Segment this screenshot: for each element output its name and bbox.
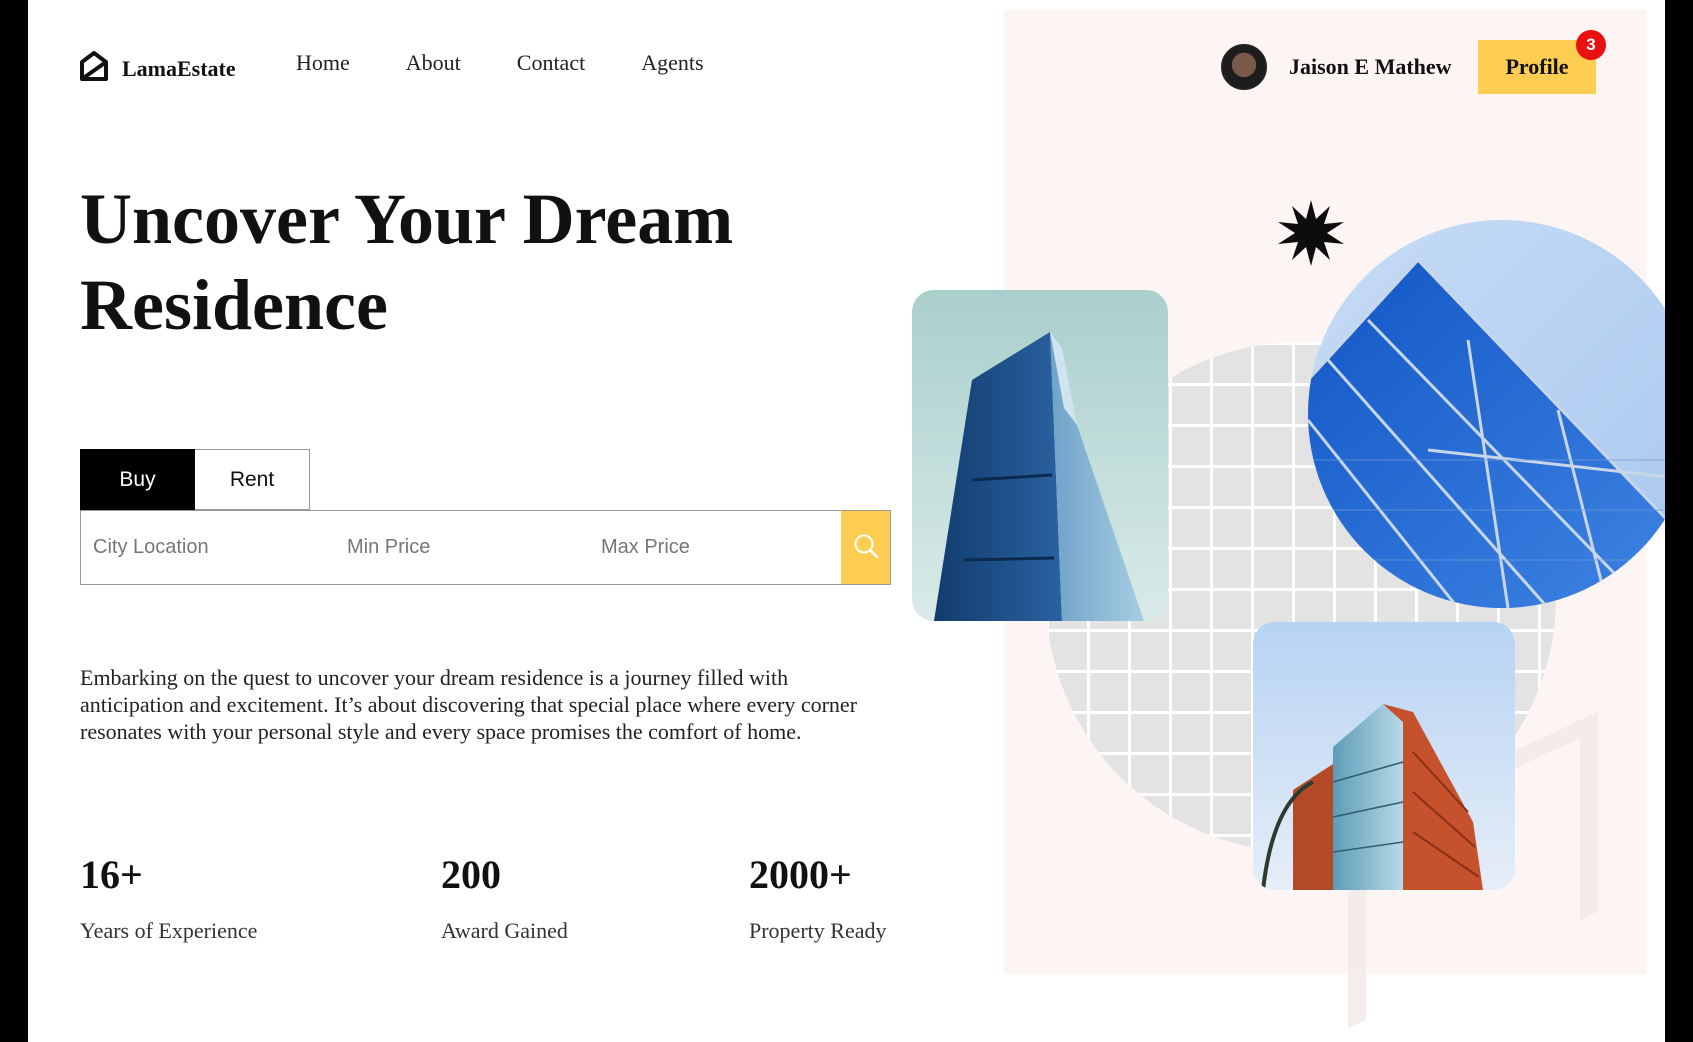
user-info: Jaison E Mathew (1221, 44, 1452, 90)
tab-rent[interactable]: Rent (195, 449, 310, 510)
stat-label: Years of Experience (80, 918, 258, 943)
stat-value: 200 (441, 852, 501, 897)
listing-type-tabs: Buy Rent (80, 449, 310, 510)
stat-value: 16+ (80, 852, 143, 897)
nav-agents-link[interactable]: Agents (641, 50, 703, 76)
stat-awards: 200 Award Gained (441, 852, 568, 944)
logo[interactable]: LamaEstate (78, 50, 236, 87)
brand-name: LamaEstate (122, 55, 236, 81)
stat-value: 2000+ (749, 852, 852, 897)
star-burst-icon (1278, 200, 1344, 266)
page: LamaEstate Home About Contact Agents Jai… (28, 0, 1665, 1042)
search-form (80, 510, 891, 585)
stat-properties: 2000+ Property Ready (749, 852, 886, 944)
min-price-input[interactable] (335, 511, 589, 584)
search-button[interactable] (841, 511, 890, 584)
max-price-input[interactable] (589, 511, 843, 584)
stat-label: Award Gained (441, 918, 568, 943)
stat-experience: 16+ Years of Experience (80, 852, 257, 944)
logo-icon (78, 50, 110, 87)
city-location-input[interactable] (81, 511, 335, 584)
nav-contact-link[interactable]: Contact (517, 50, 585, 76)
tab-buy[interactable]: Buy (80, 449, 195, 510)
search-icon (853, 533, 879, 562)
hero-description: Embarking on the quest to uncover your d… (80, 665, 858, 744)
page-title: Uncover Your Dream Residence (80, 179, 734, 345)
main-nav: Home About Contact Agents (296, 50, 704, 76)
building-image-brick (1253, 622, 1515, 890)
building-image-tower (912, 290, 1168, 621)
notification-badge: 3 (1576, 30, 1606, 60)
nav-about-link[interactable]: About (406, 50, 461, 76)
nav-home-link[interactable]: Home (296, 50, 350, 76)
stat-label: Property Ready (749, 918, 887, 943)
user-name: Jaison E Mathew (1289, 54, 1452, 79)
avatar[interactable] (1221, 44, 1267, 90)
